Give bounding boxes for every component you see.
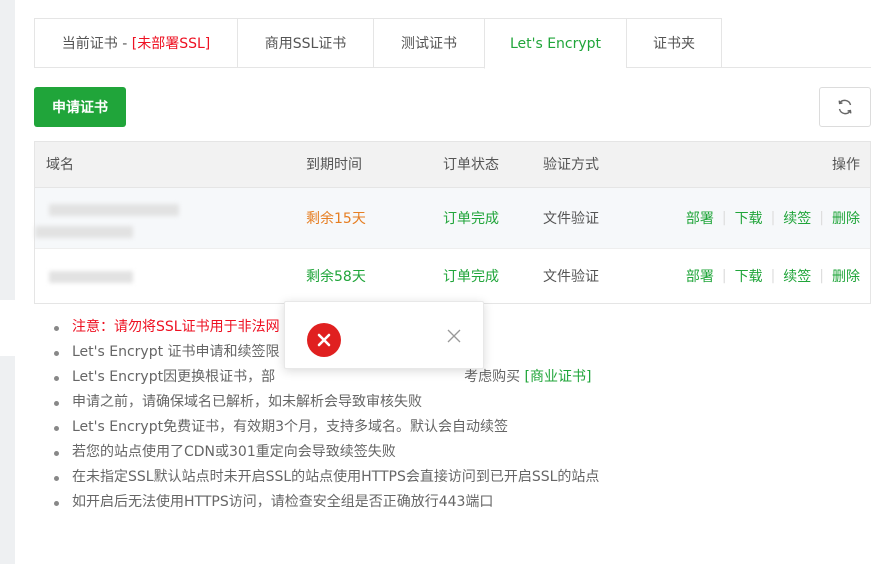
apply-cert-button[interactable]: 申请证书 bbox=[34, 87, 126, 127]
left-gutter bbox=[0, 0, 15, 564]
status-cell: 订单完成 bbox=[443, 211, 499, 227]
refresh-icon bbox=[838, 99, 852, 115]
action-divider: | bbox=[770, 268, 776, 284]
tab-cert-folder-label: 证书夹 bbox=[653, 36, 695, 52]
gutter-strip bbox=[0, 300, 15, 356]
note-item: 若您的站点使用了CDN或301重定向会导致续签失败 bbox=[52, 440, 599, 465]
col-expiry: 到期时间 bbox=[306, 157, 362, 173]
note-item: 申请之前，请确保域名已解析，如未解析会导致审核失败 bbox=[52, 390, 599, 415]
table-row: 剩余58天 订单完成 文件验证 部署 | 下载 | 续签 | 删除 bbox=[35, 249, 870, 303]
tab-commercial-ssl-label: 商用SSL证书 bbox=[264, 36, 347, 52]
note-item: 在未指定SSL默认站点时未开启SSL的站点使用HTTPS会直接访问到已开启SSL… bbox=[52, 465, 599, 490]
row-actions: 部署 | 下载 | 续签 | 删除 bbox=[686, 188, 860, 248]
action-divider: | bbox=[721, 210, 727, 226]
download-link[interactable]: 下载 bbox=[735, 266, 763, 286]
refresh-button[interactable] bbox=[819, 87, 871, 127]
close-icon[interactable] bbox=[447, 329, 461, 343]
table-row: 剩余15天 订单完成 文件验证 部署 | 下载 | 续签 | 删除 bbox=[35, 188, 870, 249]
tab-lets-encrypt[interactable]: Let's Encrypt bbox=[484, 18, 626, 69]
row-actions: 部署 | 下载 | 续签 | 删除 bbox=[686, 249, 860, 303]
blurred-domain bbox=[49, 271, 133, 283]
blurred-domain bbox=[35, 226, 133, 238]
tab-current-cert-label: 当前证书 - bbox=[61, 36, 128, 52]
cert-table: 域名 到期时间 订单状态 验证方式 操作 剩余15天 订单完成 文件验证 部署 … bbox=[34, 141, 871, 304]
error-x-icon bbox=[317, 333, 331, 347]
error-icon bbox=[307, 323, 341, 357]
table-header: 域名 到期时间 订单状态 验证方式 操作 bbox=[35, 142, 870, 188]
tab-current-cert-status: [未部署SSL] bbox=[131, 36, 211, 52]
tab-current-cert[interactable]: 当前证书 - [未部署SSL] bbox=[34, 18, 237, 68]
error-popup bbox=[284, 301, 484, 369]
delete-link[interactable]: 删除 bbox=[832, 266, 860, 286]
col-verify: 验证方式 bbox=[543, 157, 599, 173]
delete-link[interactable]: 删除 bbox=[832, 208, 860, 228]
deploy-link[interactable]: 部署 bbox=[686, 266, 714, 286]
action-divider: | bbox=[721, 268, 727, 284]
verify-cell: 文件验证 bbox=[543, 269, 599, 285]
tab-bar: 当前证书 - [未部署SSL] 商用SSL证书 测试证书 Let's Encry… bbox=[34, 18, 871, 69]
col-domain: 域名 bbox=[46, 157, 74, 173]
tab-cert-folder[interactable]: 证书夹 bbox=[626, 18, 722, 68]
action-divider: | bbox=[819, 210, 824, 226]
download-link[interactable]: 下载 bbox=[735, 208, 763, 228]
verify-cell: 文件验证 bbox=[543, 211, 599, 227]
note-text: 考虑购买 bbox=[464, 369, 521, 385]
tab-test-cert[interactable]: 测试证书 bbox=[373, 18, 484, 68]
renew-link[interactable]: 续签 bbox=[783, 266, 811, 286]
col-status: 订单状态 bbox=[443, 157, 499, 173]
renew-link[interactable]: 续签 bbox=[783, 208, 811, 228]
note-item: Let's Encrypt免费证书，有效期3个月，支持多域名。默认会自动续签 bbox=[52, 415, 599, 440]
col-actions: 操作 bbox=[832, 157, 860, 173]
status-cell: 订单完成 bbox=[443, 269, 499, 285]
blurred-domain bbox=[49, 204, 179, 216]
tab-lets-encrypt-label: Let's Encrypt bbox=[509, 36, 602, 52]
tab-commercial-ssl[interactable]: 商用SSL证书 bbox=[237, 18, 373, 68]
expiry-cell: 剩余58天 bbox=[306, 269, 366, 285]
tab-test-cert-label: 测试证书 bbox=[401, 36, 457, 52]
note-item: 如开启后无法使用HTTPS访问，请检查安全组是否正确放行443端口 bbox=[52, 490, 599, 515]
deploy-link[interactable]: 部署 bbox=[686, 208, 714, 228]
expiry-cell: 剩余15天 bbox=[306, 211, 366, 227]
note-text: Let's Encrypt因更换根证书，部 bbox=[72, 369, 276, 385]
commercial-cert-link[interactable]: [商业证书] bbox=[525, 369, 592, 385]
action-divider: | bbox=[770, 210, 776, 226]
action-divider: | bbox=[819, 268, 824, 284]
